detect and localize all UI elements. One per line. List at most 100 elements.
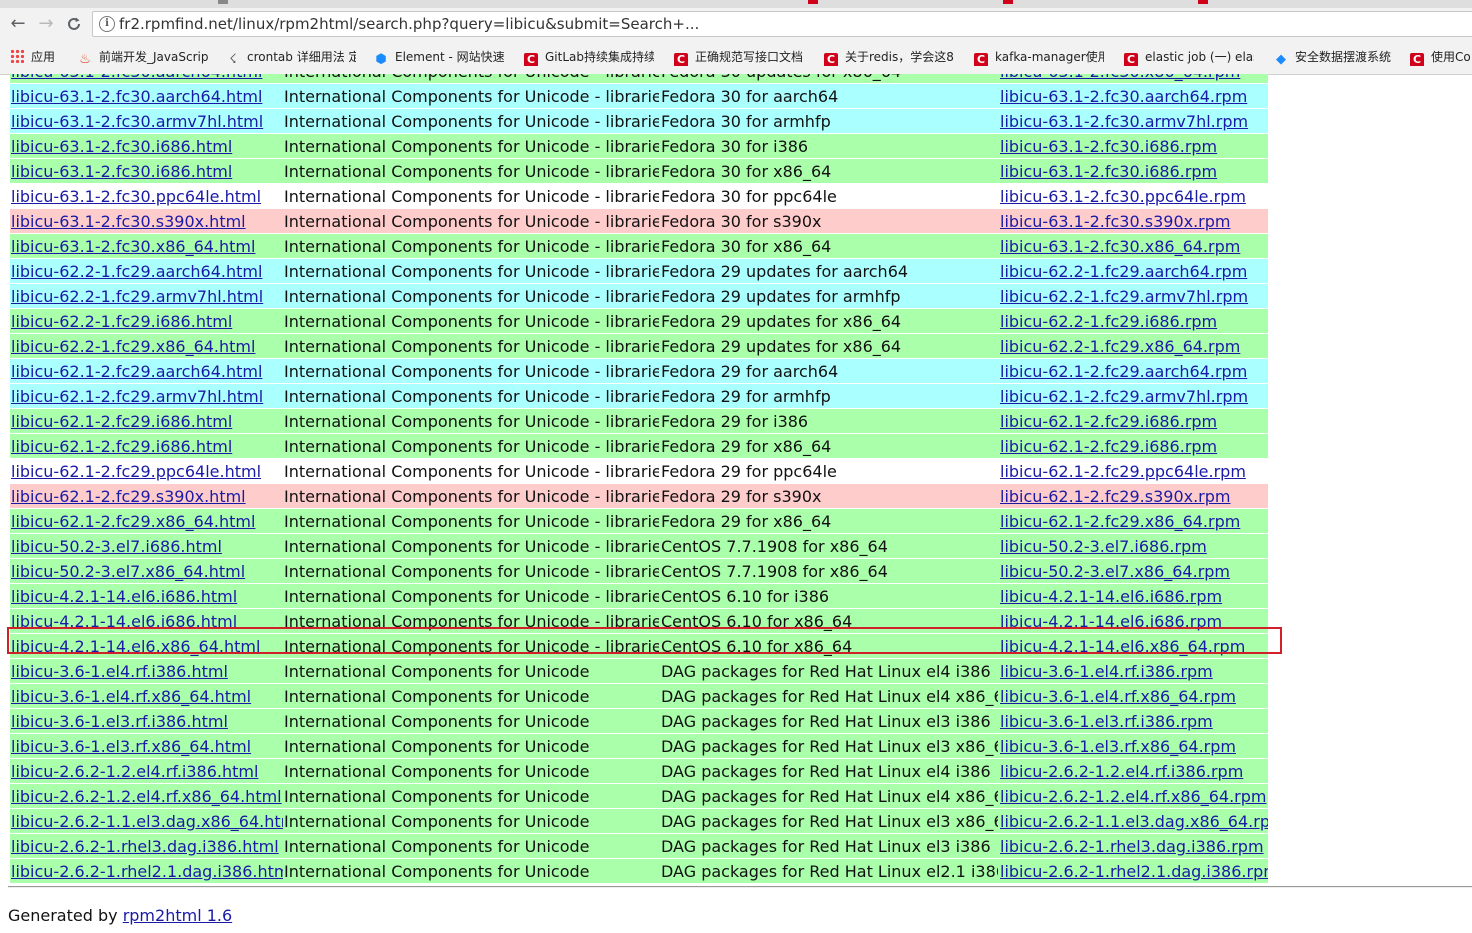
package-html-link[interactable]: libicu-3.6-1.el4.rf.i386.html (11, 662, 228, 681)
table-row: libicu-2.6.2-1.1.el3.dag.x86_64.html Inte… (0, 809, 1472, 834)
package-html-link[interactable]: libicu-62.1-2.fc29.s390x.html (11, 487, 246, 506)
package-html-link[interactable]: libicu-63.1-2.fc30.armv7hl.html (11, 112, 263, 131)
rpm-download-link[interactable]: libicu-63.1-2.fc30.s390x.rpm (1000, 212, 1231, 231)
rpm-download-link[interactable]: libicu-62.1-2.fc29.i686.rpm (1000, 437, 1217, 456)
package-html-link[interactable]: libicu-50.2-3.el7.i686.html (11, 537, 222, 556)
bookmark-item[interactable]: ◆ 安全数据摆渡系统 (1274, 48, 1394, 66)
package-html-link[interactable]: libicu-62.2-1.fc29.aarch64.html (11, 262, 262, 281)
package-summary: International Components for Unicode - l… (284, 462, 659, 481)
package-summary: International Components for Unicode (284, 862, 590, 881)
package-html-link[interactable]: libicu-62.2-1.fc29.i686.html (11, 312, 232, 331)
back-icon[interactable]: ← (6, 12, 30, 36)
bookmark-item[interactable]: ☇ crontab 详细用法 定 (226, 48, 356, 66)
rpm-download-link[interactable]: libicu-3.6-1.el3.rf.x86_64.rpm (1000, 737, 1236, 756)
rpm-download-link[interactable]: libicu-63.1-2.fc30.armv7hl.rpm (1000, 112, 1248, 131)
bookmark-label: 应用 (31, 50, 56, 64)
rpm-download-link[interactable]: libicu-63.1-2.fc30.x86_64.rpm (1000, 74, 1240, 81)
package-html-link[interactable]: libicu-62.1-2.fc29.x86_64.html (11, 512, 255, 531)
package-html-link[interactable]: libicu-62.2-1.fc29.x86_64.html (11, 337, 255, 356)
rpm-download-link[interactable]: libicu-2.6.2-1.2.el4.rf.i386.rpm (1000, 762, 1243, 781)
csdn-icon: C (1410, 53, 1424, 66)
table-cell: International Components for Unicode (283, 659, 659, 683)
rpm-download-link[interactable]: libicu-2.6.2-1.2.el4.rf.x86_64.rpm (1000, 787, 1267, 806)
rpm-download-link[interactable]: libicu-63.1-2.fc30.x86_64.rpm (1000, 237, 1240, 256)
tab-indicator[interactable] (1003, 0, 1013, 4)
rpm-download-link[interactable]: libicu-62.1-2.fc29.s390x.rpm (1000, 487, 1231, 506)
package-html-link[interactable]: libicu-62.2-1.fc29.armv7hl.html (11, 287, 263, 306)
package-html-link[interactable]: libicu-62.1-2.fc29.armv7hl.html (11, 387, 263, 406)
bookmark-item[interactable]: C 关于redis，学会这8 (824, 48, 954, 66)
rpm-download-link[interactable]: libicu-63.1-2.fc30.i686.rpm (1000, 162, 1217, 181)
package-html-link[interactable]: libicu-62.1-2.fc29.aarch64.html (11, 362, 262, 381)
rpm-download-link[interactable]: libicu-3.6-1.el3.rf.i386.rpm (1000, 712, 1213, 731)
rpm-download-link[interactable]: libicu-62.2-1.fc29.i686.rpm (1000, 312, 1217, 331)
rpm-download-link[interactable]: libicu-62.1-2.fc29.aarch64.rpm (1000, 362, 1247, 381)
package-html-link[interactable]: libicu-2.6.2-1.1.el3.dag.x86_64.html (11, 812, 283, 831)
rpm-download-link[interactable]: libicu-4.2.1-14.el6.i686.rpm (1000, 587, 1222, 606)
package-html-link[interactable]: libicu-63.1-2.fc30.aarch64.html (11, 74, 262, 81)
rpm-download-link[interactable]: libicu-62.1-2.fc29.armv7hl.rpm (1000, 387, 1248, 406)
package-html-link[interactable]: libicu-3.6-1.el4.rf.x86_64.html (11, 687, 251, 706)
rpm-download-link[interactable]: libicu-2.6.2-1.1.el3.dag.x86_64.rpm (1000, 812, 1268, 831)
tab-indicator[interactable] (808, 0, 818, 4)
package-html-link[interactable]: libicu-63.1-2.fc30.aarch64.html (11, 87, 262, 106)
package-html-link[interactable]: libicu-4.2.1-14.el6.i686.html (11, 612, 237, 631)
package-html-link[interactable]: libicu-62.1-2.fc29.i686.html (11, 412, 232, 431)
rpm-download-link[interactable]: libicu-4.2.1-14.el6.i686.rpm (1000, 612, 1222, 631)
table-row: libicu-3.6-1.el3.rf.i386.html Internation… (0, 709, 1472, 734)
package-html-link[interactable]: libicu-62.1-2.fc29.i686.html (11, 437, 232, 456)
reload-icon[interactable] (62, 12, 86, 36)
bookmark-item[interactable]: C GitLab持续集成持续 (524, 48, 654, 66)
rpm-download-link[interactable]: libicu-62.2-1.fc29.aarch64.rpm (1000, 262, 1247, 281)
rpm-download-link[interactable]: libicu-62.1-2.fc29.ppc64le.rpm (1000, 462, 1246, 481)
bookmark-item[interactable]: ⬢ Element - 网站快速 (374, 48, 504, 66)
distribution-name: DAG packages for Red Hat Linux el3 x86_6… (661, 737, 999, 756)
rpm-download-link[interactable]: libicu-2.6.2-1.rhel3.dag.i386.rpm (1000, 837, 1264, 856)
table-cell: libicu-62.2-1.fc29.i686.rpm (998, 309, 1268, 333)
package-html-link[interactable]: libicu-63.1-2.fc30.i686.html (11, 162, 232, 181)
package-html-link[interactable]: libicu-2.6.2-1.2.el4.rf.i386.html (11, 762, 258, 781)
bookmark-item[interactable]: C 使用Co (1410, 48, 1472, 66)
package-html-link[interactable]: libicu-63.1-2.fc30.x86_64.html (11, 237, 255, 256)
rpm-download-link[interactable]: libicu-62.2-1.fc29.armv7hl.rpm (1000, 287, 1248, 306)
bookmark-label: 安全数据摆渡系统 (1295, 50, 1392, 64)
bookmark-item[interactable]: Ckafka-manager使用 (974, 48, 1104, 66)
package-html-link[interactable]: libicu-3.6-1.el3.rf.x86_64.html (11, 737, 251, 756)
rpm-download-link[interactable]: libicu-3.6-1.el4.rf.x86_64.rpm (1000, 687, 1236, 706)
rpm-download-link[interactable]: libicu-3.6-1.el4.rf.i386.rpm (1000, 662, 1213, 681)
package-html-link[interactable]: libicu-2.6.2-1.2.el4.rf.x86_64.html (11, 787, 282, 806)
url-text[interactable]: fr2.rpmfind.net/linux/rpm2html/search.ph… (119, 15, 699, 33)
rpm-download-link[interactable]: libicu-62.1-2.fc29.x86_64.rpm (1000, 512, 1240, 531)
rpm-download-link[interactable]: libicu-2.6.2-1.rhel2.1.dag.i386.rpm (1000, 862, 1268, 881)
rpm-download-link[interactable]: libicu-62.1-2.fc29.i686.rpm (1000, 412, 1217, 431)
rpm2html-link[interactable]: rpm2html 1.6 (123, 906, 232, 925)
package-html-link[interactable]: libicu-3.6-1.el3.rf.i386.html (11, 712, 228, 731)
package-html-link[interactable]: libicu-63.1-2.fc30.ppc64le.html (11, 187, 261, 206)
package-html-link[interactable]: libicu-63.1-2.fc30.s390x.html (11, 212, 246, 231)
table-row: libicu-62.2-1.fc29.x86_64.html Internatio… (0, 334, 1472, 359)
package-html-link[interactable]: libicu-4.2.1-14.el6.i686.html (11, 587, 237, 606)
forward-icon[interactable]: → (34, 12, 58, 36)
package-html-link[interactable]: libicu-62.1-2.fc29.ppc64le.html (11, 462, 261, 481)
package-html-link[interactable]: libicu-63.1-2.fc30.i686.html (11, 137, 232, 156)
rpm-download-link[interactable]: libicu-4.2.1-14.el6.x86_64.rpm (1000, 637, 1245, 656)
tab-indicator[interactable] (218, 0, 228, 4)
bookmark-item[interactable]: C 正确规范写接口文档 (674, 48, 804, 66)
package-html-link[interactable]: libicu-50.2-3.el7.x86_64.html (11, 562, 245, 581)
bookmark-item[interactable]: ♨ 前端开发_JavaScrip (78, 48, 208, 66)
package-html-link[interactable]: libicu-2.6.2-1.rhel2.1.dag.i386.html (11, 862, 283, 881)
rpm-download-link[interactable]: libicu-50.2-3.el7.i686.rpm (1000, 537, 1207, 556)
rpm-download-link[interactable]: libicu-63.1-2.fc30.i686.rpm (1000, 137, 1217, 156)
rpm-download-link[interactable]: libicu-63.1-2.fc30.ppc64le.rpm (1000, 187, 1246, 206)
info-icon[interactable]: i (99, 16, 115, 32)
rpm-download-link[interactable]: libicu-50.2-3.el7.x86_64.rpm (1000, 562, 1230, 581)
tab-indicator[interactable] (1198, 0, 1208, 4)
bookmark-item[interactable]: 应用 (10, 48, 65, 66)
address-bar[interactable]: i fr2.rpmfind.net/linux/rpm2html/search.… (92, 11, 1472, 37)
rpm-download-link[interactable]: libicu-63.1-2.fc30.aarch64.rpm (1000, 87, 1247, 106)
package-html-link[interactable]: libicu-4.2.1-14.el6.x86_64.html (11, 637, 260, 656)
bookmark-label: 使用Co (1431, 50, 1471, 64)
package-html-link[interactable]: libicu-2.6.2-1.rhel3.dag.i386.html (11, 837, 279, 856)
rpm-download-link[interactable]: libicu-62.2-1.fc29.x86_64.rpm (1000, 337, 1240, 356)
bookmark-item[interactable]: Celastic job (一) elas (1124, 48, 1254, 66)
